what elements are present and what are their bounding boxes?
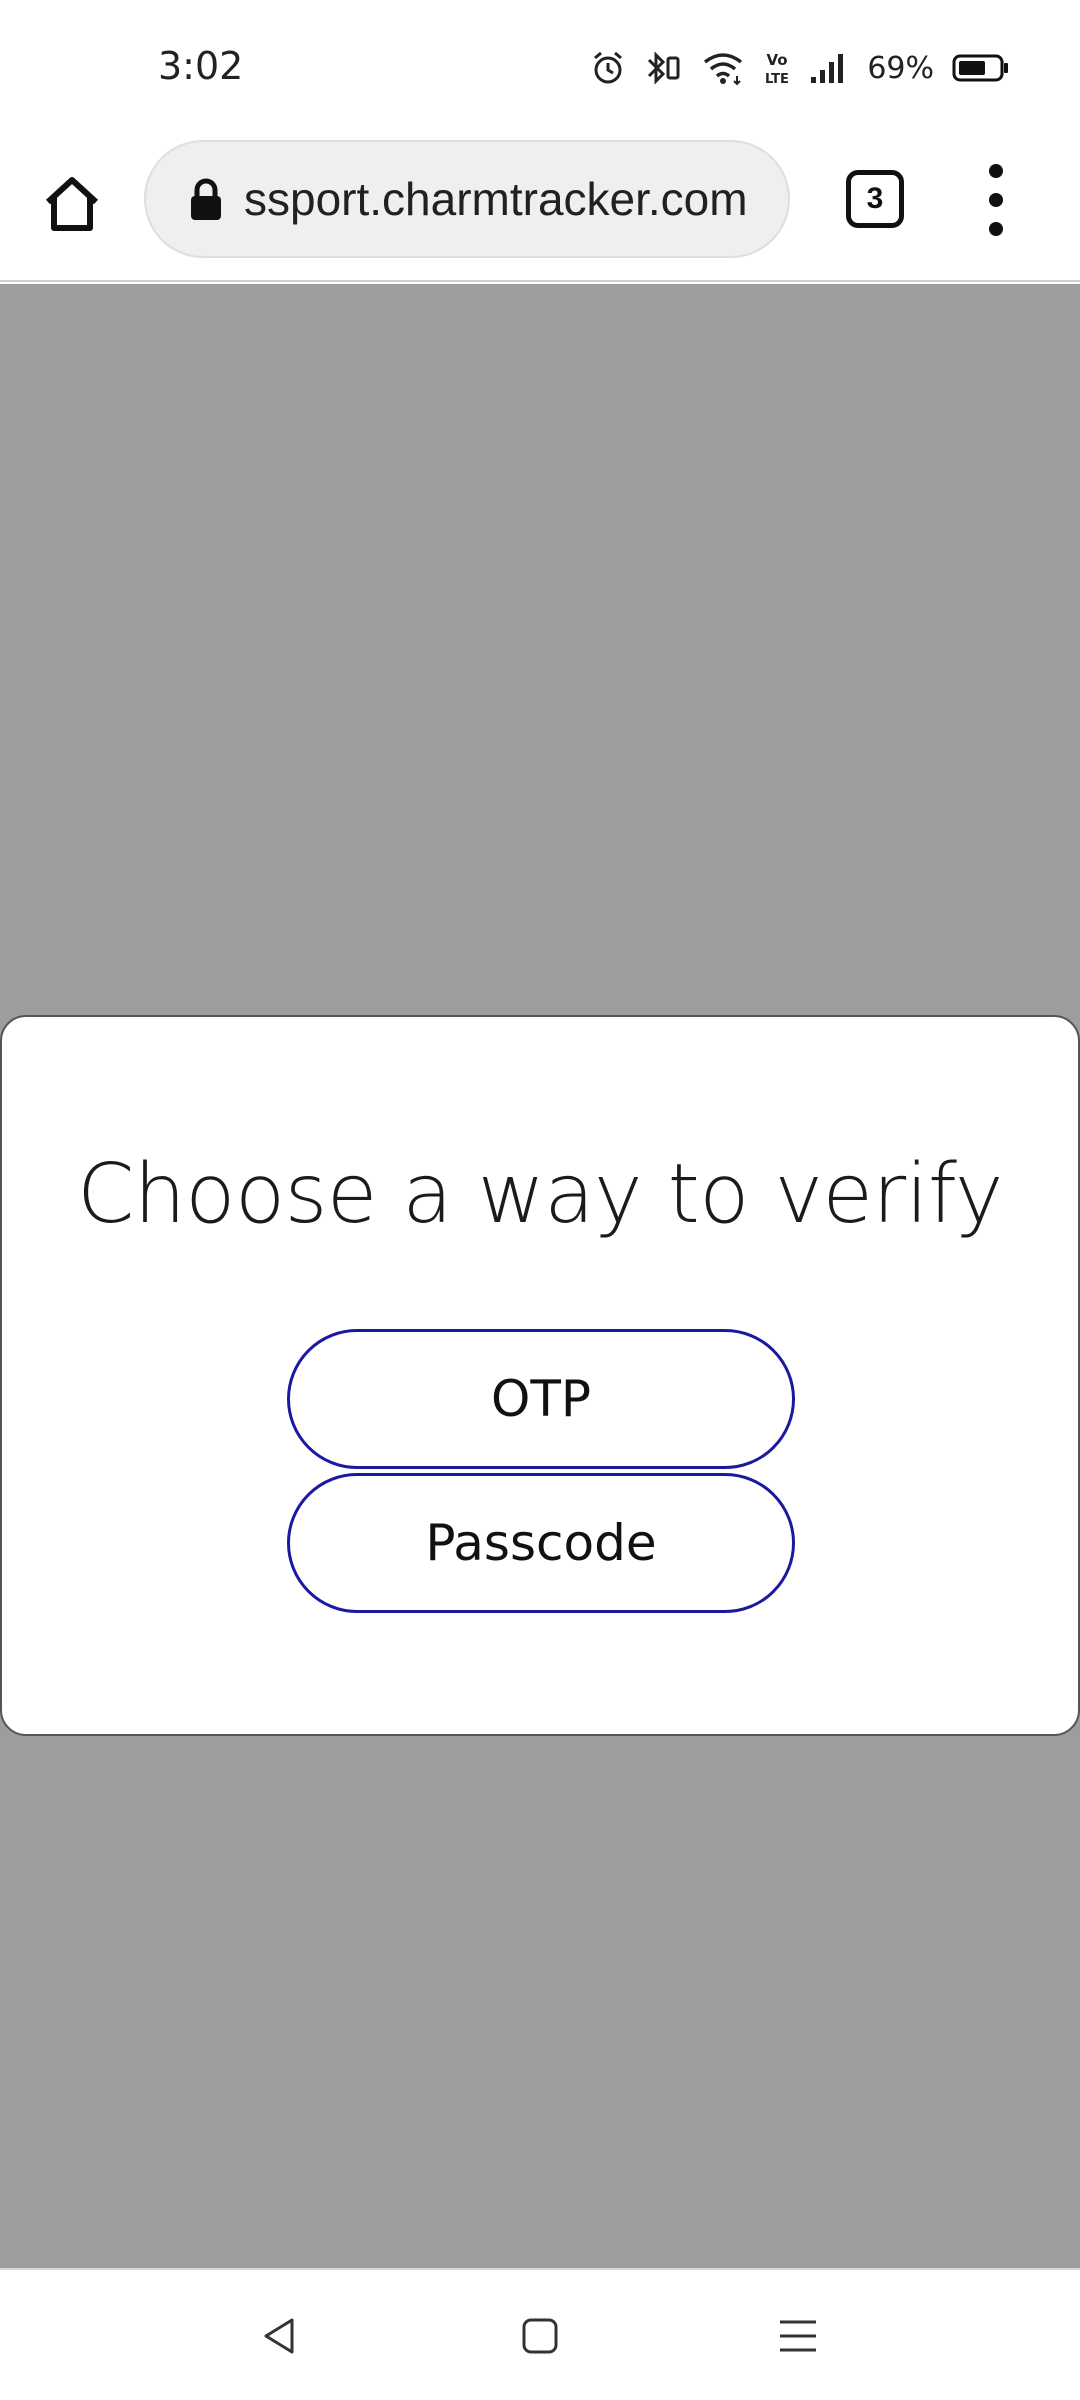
battery-percent: 69% (867, 50, 934, 86)
url-text: ssport.charmtracker.com (244, 173, 748, 225)
home-icon (45, 177, 99, 231)
status-bar: 3:02 Vo LTE 69% (0, 0, 1080, 130)
status-time: 3:02 (158, 44, 244, 88)
browser-home-button[interactable] (36, 168, 108, 240)
lock-icon (191, 178, 221, 220)
address-bar[interactable]: ssport.charmtracker.com (144, 140, 790, 258)
nav-back-button[interactable] (248, 2304, 312, 2368)
nav-home-button[interactable] (508, 2304, 572, 2368)
tab-switcher-button[interactable]: 3 (846, 170, 904, 228)
volte-label-top: Vo (767, 51, 788, 69)
alarm-icon (594, 51, 623, 84)
battery-icon (952, 54, 1008, 82)
passcode-option-button[interactable]: Passcode (287, 1473, 795, 1613)
status-icons: Vo LTE 69% (591, 44, 1010, 92)
recents-icon (780, 2320, 816, 2352)
volte-label-bottom: LTE (765, 72, 789, 87)
tab-count: 3 (866, 182, 884, 215)
more-vert-icon[interactable] (972, 160, 1020, 240)
verify-dialog: Choose a way to verify OTP Passcode (0, 1015, 1080, 1736)
bluetooth-icon (648, 51, 680, 85)
dialog-title: Choose a way to verify (77, 1147, 1003, 1242)
signal-icon (811, 54, 844, 83)
home-square-icon (522, 2318, 558, 2354)
system-nav-bar (0, 2268, 1080, 2400)
browser-toolbar: ssport.charmtracker.com 3 (0, 130, 1080, 282)
modal-backdrop[interactable]: Choose a way to verify OTP Passcode (0, 284, 1080, 2268)
volte-icon: Vo LTE (765, 51, 789, 87)
wifi-icon (704, 53, 743, 86)
back-icon (264, 2318, 294, 2354)
otp-option-button[interactable]: OTP (287, 1329, 795, 1469)
nav-recents-button[interactable] (766, 2304, 830, 2368)
